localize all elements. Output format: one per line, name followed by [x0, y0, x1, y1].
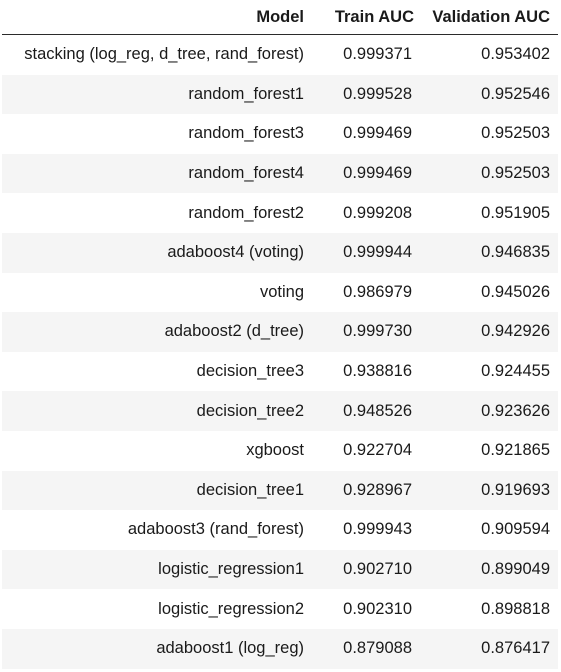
validation-auc-cell: 0.952503 — [420, 153, 558, 194]
train-auc-cell: 0.999469 — [312, 153, 420, 194]
table-row: adaboost4 (voting) 0.999944 0.946835 — [2, 232, 558, 273]
validation-auc-cell: 0.899049 — [420, 549, 558, 590]
model-cell: random_forest1 — [2, 74, 312, 115]
model-cell: adaboost1 (log_reg) — [2, 628, 312, 669]
model-cell: stacking (log_reg, d_tree, rand_forest) — [24, 45, 304, 64]
validation-auc-cell: 0.923626 — [420, 391, 558, 431]
validation-auc-cell: 0.921865 — [481, 441, 550, 460]
train-auc-cell: 0.999208 — [343, 203, 412, 222]
model-cell: xgboost — [246, 441, 304, 460]
validation-auc-cell: 0.942926 — [420, 312, 558, 352]
table-header: Model Train AUC Validation AUC — [2, 0, 558, 35]
column-header-validation-auc: Validation AUC — [420, 0, 558, 35]
train-auc-cell: 0.999943 — [343, 520, 412, 539]
table-row: adaboost2 (d_tree) 0.999730 0.942926 — [2, 312, 558, 352]
model-cell: decision_tree3 — [196, 362, 304, 381]
train-auc-cell: 0.999730 — [312, 312, 420, 352]
table-row: random_forest4 0.999469 0.952503 — [2, 153, 558, 194]
results-table: Model Train AUC Validation AUC stacking … — [2, 0, 558, 669]
table-row: voting 0.986979 0.945026 — [2, 273, 558, 313]
train-auc-cell: 0.999469 — [343, 124, 412, 143]
table-row: decision_tree2 0.948526 0.923626 — [2, 391, 558, 431]
validation-auc-cell: 0.876417 — [420, 628, 558, 669]
model-cell: logistic_regression2 — [158, 599, 304, 618]
table-row: decision_tree1 0.928967 0.919693 — [2, 470, 558, 511]
validation-auc-cell: 0.952503 — [481, 124, 550, 143]
model-cell: adaboost3 (rand_forest) — [127, 520, 304, 539]
train-auc-cell: 0.938816 — [343, 362, 412, 381]
model-cell: random_forest3 — [188, 124, 304, 143]
validation-auc-cell: 0.952546 — [420, 74, 558, 115]
validation-auc-cell: 0.909594 — [481, 520, 550, 539]
validation-auc-cell: 0.924455 — [481, 362, 550, 381]
validation-auc-cell: 0.898818 — [481, 599, 550, 618]
table-row: random_forest2 0.999208 0.951905 — [2, 193, 558, 233]
validation-auc-cell: 0.951905 — [481, 203, 550, 222]
model-cell: decision_tree1 — [2, 470, 312, 511]
validation-auc-cell: 0.953402 — [481, 45, 550, 64]
train-auc-cell: 0.879088 — [312, 628, 420, 669]
table-row: decision_tree3 0.938816 0.924455 — [2, 352, 558, 392]
column-header-model: Model — [2, 0, 312, 35]
model-cell: random_forest2 — [188, 203, 304, 222]
model-cell: decision_tree2 — [2, 391, 312, 431]
table-row: random_forest1 0.999528 0.952546 — [2, 74, 558, 115]
model-cell: logistic_regression1 — [2, 549, 312, 590]
train-auc-cell: 0.902310 — [343, 599, 412, 618]
table-row: logistic_regression2 0.902310 0.898818 — [2, 589, 558, 629]
model-cell: adaboost4 (voting) — [2, 232, 312, 273]
table-row: stacking (log_reg, d_tree, rand_forest) … — [2, 35, 558, 75]
train-auc-cell: 0.986979 — [343, 282, 412, 301]
table-row: adaboost3 (rand_forest) 0.999943 0.90959… — [2, 510, 558, 550]
train-auc-cell: 0.999944 — [312, 232, 420, 273]
model-cell: adaboost2 (d_tree) — [2, 312, 312, 352]
train-auc-cell: 0.922704 — [343, 441, 412, 460]
train-auc-cell: 0.999528 — [312, 74, 420, 115]
header-row: Model Train AUC Validation AUC — [2, 0, 558, 35]
table-row: random_forest3 0.999469 0.952503 — [2, 114, 558, 154]
table-row: logistic_regression1 0.902710 0.899049 — [2, 549, 558, 590]
train-auc-cell: 0.928967 — [312, 470, 420, 511]
model-cell: random_forest4 — [2, 153, 312, 194]
train-auc-cell: 0.948526 — [312, 391, 420, 431]
column-header-train-auc: Train AUC — [312, 0, 420, 35]
table-row: xgboost 0.922704 0.921865 — [2, 431, 558, 471]
validation-auc-cell: 0.919693 — [420, 470, 558, 511]
table-row: adaboost1 (log_reg) 0.879088 0.876417 — [2, 628, 558, 669]
validation-auc-cell: 0.946835 — [420, 232, 558, 273]
table-body: stacking (log_reg, d_tree, rand_forest) … — [2, 35, 558, 669]
train-auc-cell: 0.999371 — [343, 45, 412, 64]
train-auc-cell: 0.902710 — [312, 549, 420, 590]
model-cell: voting — [259, 282, 304, 301]
validation-auc-cell: 0.945026 — [481, 282, 550, 301]
